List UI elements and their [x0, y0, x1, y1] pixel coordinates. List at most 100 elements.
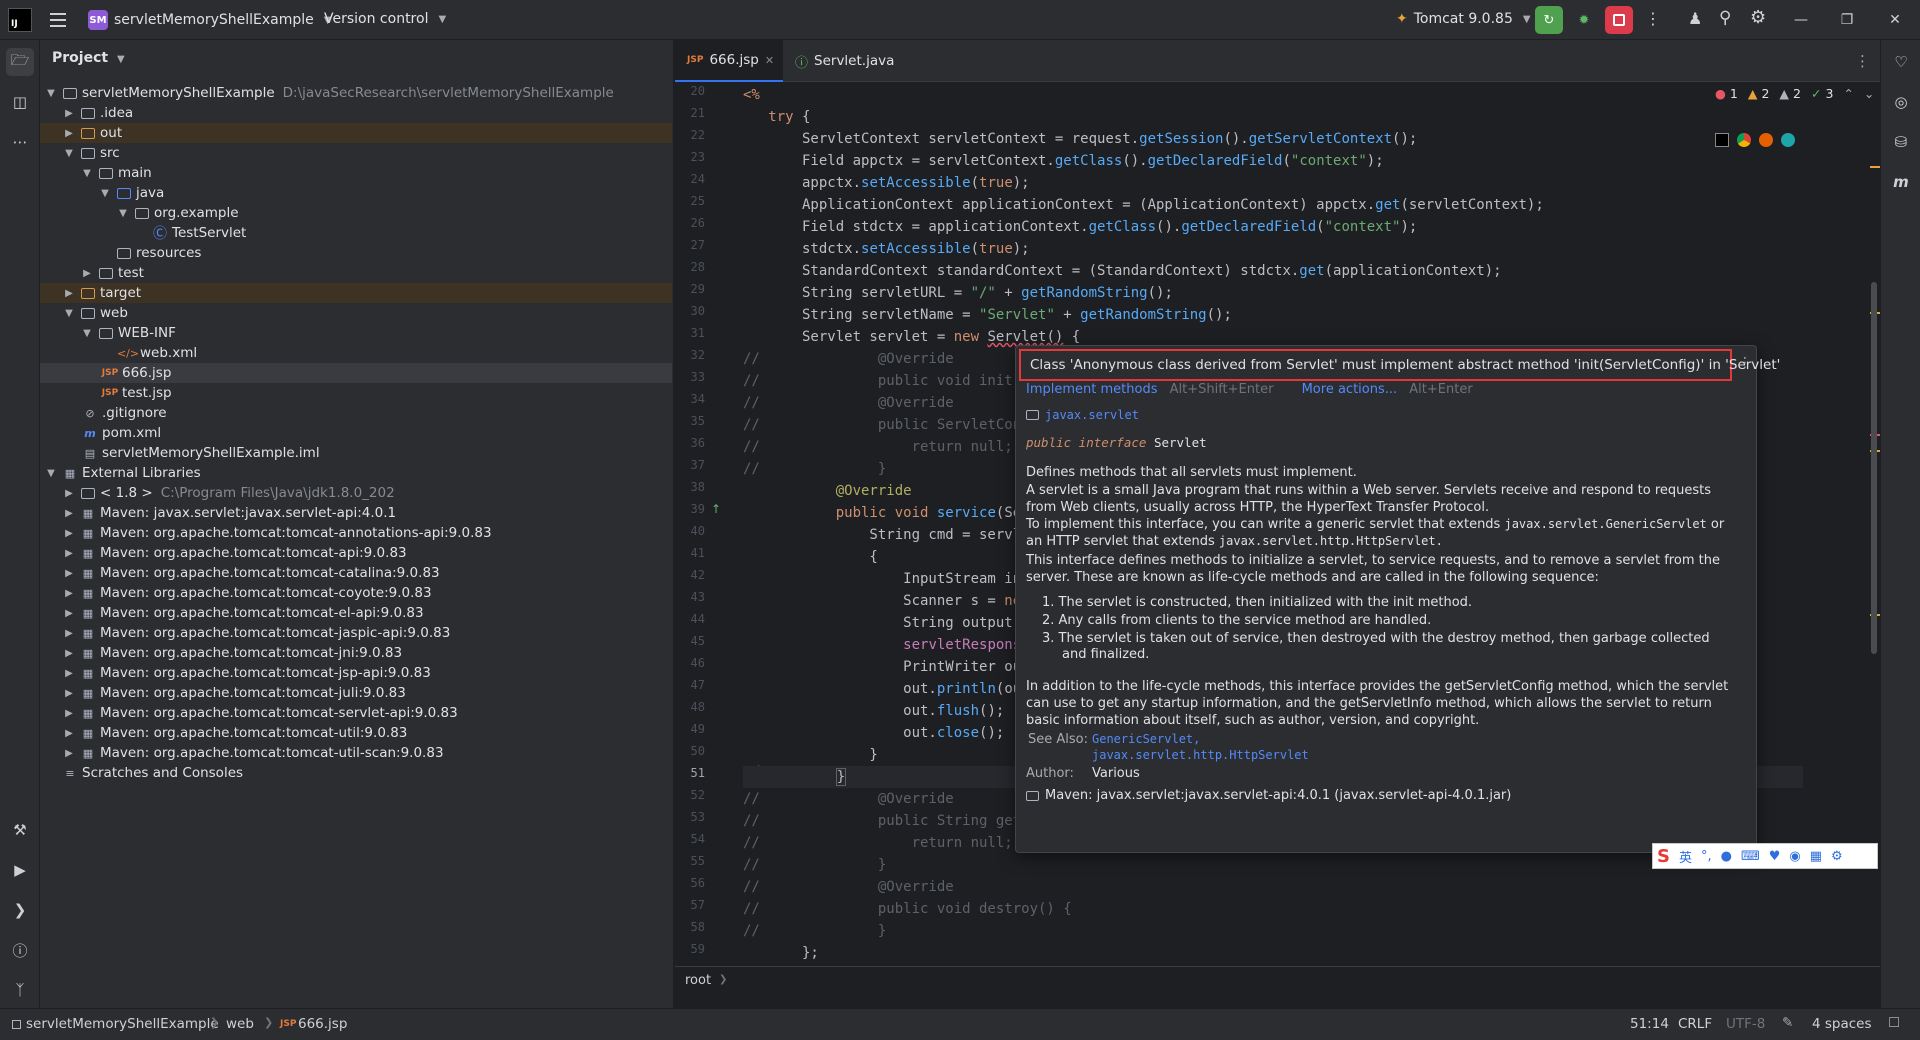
- tree-item[interactable]: ▼ ▦ External Libraries: [40, 463, 672, 483]
- punctuation-icon[interactable]: °,: [1701, 849, 1712, 864]
- more-tools-icon[interactable]: ⋯: [6, 128, 34, 156]
- notifications-bell-icon[interactable]: ♡: [1887, 48, 1915, 76]
- tab-servlet-java[interactable]: ⓘ Servlet.java: [783, 40, 906, 82]
- minimize-button[interactable]: —: [1778, 0, 1824, 40]
- status-crumb[interactable]: servletMemoryShellExample: [26, 1016, 219, 1032]
- chevron-down-icon[interactable]: ⌄: [1864, 86, 1874, 101]
- tree-item[interactable]: ▼ java: [40, 183, 672, 203]
- stop-button[interactable]: [1605, 6, 1633, 34]
- line-number: 28: [690, 260, 705, 274]
- tree-item[interactable]: ▼ src: [40, 143, 672, 163]
- tab-666-jsp[interactable]: JSP 666.jsp ✕: [675, 40, 783, 82]
- indent-setting[interactable]: 4 spaces: [1812, 1016, 1872, 1032]
- keyboard-icon[interactable]: ⌨: [1741, 849, 1760, 864]
- main-menu-icon[interactable]: [48, 10, 68, 30]
- tree-item[interactable]: ▶ .idea: [40, 103, 672, 123]
- more-actions-link[interactable]: More actions...: [1302, 382, 1398, 397]
- tree-item[interactable]: ≡ Scratches and Consoles: [40, 763, 672, 783]
- tree-item[interactable]: ▶ ▦ Maven: org.apache.tomcat:tomcat-coyo…: [40, 583, 672, 603]
- add-user-icon[interactable]: ♟: [1688, 9, 1702, 28]
- caret-position[interactable]: 51:14: [1630, 1016, 1669, 1032]
- tree-item[interactable]: ▼ web: [40, 303, 672, 323]
- terminal-icon[interactable]: ❯: [6, 896, 34, 924]
- ai-assistant-icon[interactable]: ◎: [1887, 88, 1915, 116]
- settings-gear-icon[interactable]: ⚙: [1831, 849, 1843, 864]
- read-only-lock-icon[interactable]: ☐: [1888, 1015, 1900, 1031]
- tree-item[interactable]: ▶ ▦ Maven: org.apache.tomcat:tomcat-cata…: [40, 563, 672, 583]
- tree-item[interactable]: JSP test.jsp: [40, 383, 672, 403]
- package-name[interactable]: javax.servlet: [1045, 408, 1139, 422]
- tree-item[interactable]: ▶ ▦ Maven: org.apache.tomcat:tomcat-util…: [40, 743, 672, 763]
- status-crumb[interactable]: web: [226, 1016, 254, 1032]
- no-edit-icon[interactable]: ✎: [1782, 1015, 1793, 1031]
- ime-language[interactable]: 英: [1679, 847, 1692, 866]
- tree-item[interactable]: ▼ servletMemoryShellExample D:\javaSecRe…: [40, 83, 672, 103]
- vcs-widget[interactable]: Version control ▼: [324, 11, 446, 27]
- tree-item[interactable]: ▤ servletMemoryShellExample.iml: [40, 443, 672, 463]
- tree-item[interactable]: ▶ out: [40, 123, 672, 143]
- rerun-button[interactable]: ↻: [1535, 6, 1563, 34]
- implements-gutter-icon[interactable]: ↑: [711, 502, 721, 516]
- tree-item[interactable]: ▼ WEB-INF: [40, 323, 672, 343]
- line-separator[interactable]: CRLF: [1678, 1016, 1712, 1032]
- chevron-down-icon: ▼: [65, 147, 73, 159]
- tree-item-selected[interactable]: JSP 666.jsp: [40, 363, 672, 383]
- tree-item[interactable]: ▶ ▦ Maven: org.apache.tomcat:tomcat-serv…: [40, 703, 672, 723]
- chevron-right-icon: ▶: [65, 647, 73, 659]
- game-icon[interactable]: ◉: [1789, 849, 1800, 864]
- vertical-scrollbar[interactable]: [1871, 282, 1877, 654]
- tree-item[interactable]: ▼ main: [40, 163, 672, 183]
- services-icon[interactable]: ▶: [6, 856, 34, 884]
- close-button[interactable]: ✕: [1870, 0, 1920, 40]
- close-tab-icon[interactable]: ✕: [765, 54, 774, 67]
- tree-item[interactable]: </> web.xml: [40, 343, 672, 363]
- problems-icon[interactable]: ⓘ: [6, 936, 34, 964]
- structure-icon[interactable]: ◫: [6, 88, 34, 116]
- search-icon[interactable]: ⚲: [1719, 8, 1731, 28]
- tree-item[interactable]: ▶ ▦ Maven: org.apache.tomcat:tomcat-anno…: [40, 523, 672, 543]
- file-encoding[interactable]: UTF-8: [1726, 1016, 1765, 1032]
- chevron-up-icon[interactable]: ⌃: [1843, 86, 1853, 101]
- settings-gear-icon[interactable]: ⚙: [1750, 7, 1766, 28]
- tree-item[interactable]: ▶ ▦ Maven: org.apache.tomcat:tomcat-jsp-…: [40, 663, 672, 683]
- build-hammer-icon[interactable]: ⚒: [6, 816, 34, 844]
- breadcrumb[interactable]: root: [685, 973, 711, 988]
- tree-item[interactable]: ▶ target: [40, 283, 672, 303]
- project-tool-folder-icon[interactable]: 🗁: [6, 48, 34, 76]
- tree-item[interactable]: ▶ ▦ Maven: org.apache.tomcat:tomcat-jasp…: [40, 623, 672, 643]
- popup-more-icon[interactable]: ⋮: [1738, 355, 1752, 371]
- database-icon[interactable]: ⛁: [1887, 128, 1915, 156]
- see-also-link[interactable]: GenericServlet,: [1092, 732, 1200, 746]
- tree-item[interactable]: ▼ org.example: [40, 203, 672, 223]
- tab-options-icon[interactable]: ⋮: [1855, 52, 1870, 70]
- tree-item-label: Maven: org.apache.tomcat:tomcat-annotati…: [100, 525, 492, 541]
- tree-item[interactable]: ▶ ▦ Maven: org.apache.tomcat:tomcat-util…: [40, 723, 672, 743]
- tree-item[interactable]: ⊘ .gitignore: [40, 403, 672, 423]
- skin-icon[interactable]: ♥: [1769, 849, 1781, 864]
- tree-item[interactable]: ▶ ▦ Maven: org.apache.tomcat:tomcat-juli…: [40, 683, 672, 703]
- tree-item[interactable]: resources: [40, 243, 672, 263]
- see-also-link[interactable]: javax.servlet.http.HttpServlet: [1092, 748, 1309, 762]
- tree-item[interactable]: ▶ ▦ Maven: javax.servlet:javax.servlet-a…: [40, 503, 672, 523]
- debug-button[interactable]: ✹: [1570, 6, 1598, 34]
- apps-grid-icon[interactable]: ▦: [1810, 849, 1822, 864]
- maven-icon[interactable]: m: [1887, 168, 1915, 196]
- ime-toolbar[interactable]: S 英 °, ● ⌨ ♥ ◉ ▦ ⚙: [1652, 843, 1878, 869]
- tree-item[interactable]: m pom.xml: [40, 423, 672, 443]
- tree-item[interactable]: ▶ ▦ Maven: org.apache.tomcat:tomcat-jni:…: [40, 643, 672, 663]
- run-config-selector[interactable]: ✦ Tomcat 9.0.85 ▼: [1396, 11, 1531, 27]
- microphone-icon[interactable]: ●: [1721, 849, 1732, 864]
- project-panel-header[interactable]: Project ▼: [52, 50, 125, 66]
- git-branch-icon[interactable]: ᛉ: [6, 976, 34, 1004]
- restore-button[interactable]: ❐: [1824, 0, 1870, 40]
- doc-list-item: 1. The servlet is constructed, then init…: [1042, 595, 1473, 610]
- tree-item[interactable]: ▶ ▦ Maven: org.apache.tomcat:tomcat-el-a…: [40, 603, 672, 623]
- implement-methods-link[interactable]: Implement methods: [1026, 382, 1157, 397]
- tree-item[interactable]: ▶ < 1.8 > C:\Program Files\Java\jdk1.8.0…: [40, 483, 672, 503]
- tree-item[interactable]: Ⓒ TestServlet: [40, 223, 672, 243]
- project-switcher[interactable]: SM servletMemoryShellExample ▼: [88, 10, 331, 30]
- status-crumb[interactable]: 666.jsp: [298, 1016, 347, 1032]
- tree-item[interactable]: ▶ ▦ Maven: org.apache.tomcat:tomcat-api:…: [40, 543, 672, 563]
- tree-item[interactable]: ▶ test: [40, 263, 672, 283]
- more-icon[interactable]: ⋮: [1645, 9, 1661, 28]
